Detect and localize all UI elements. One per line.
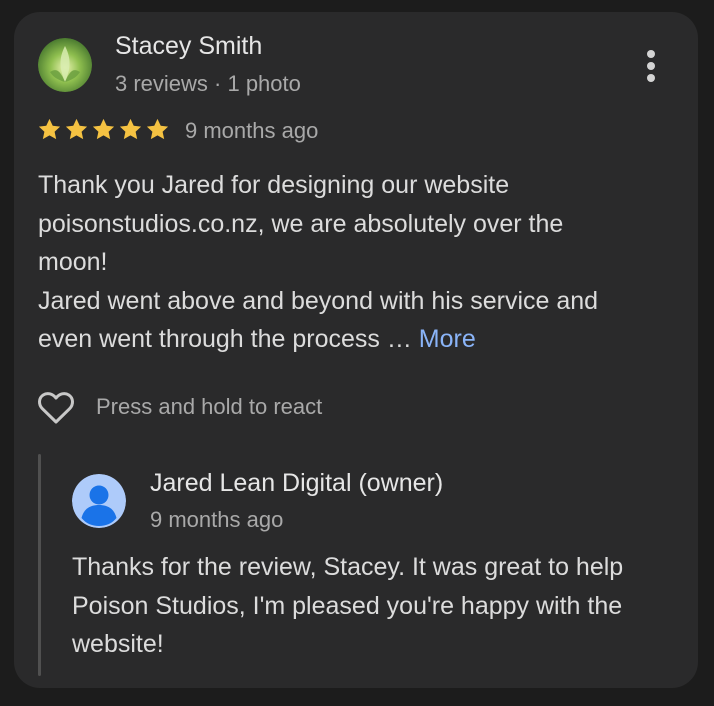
star-icon	[92, 118, 115, 140]
star-icon	[119, 118, 142, 140]
reply-text-line: website!	[72, 630, 164, 658]
heart-outline-icon	[38, 392, 74, 424]
react-button[interactable]	[36, 388, 76, 426]
reviewer-name[interactable]: Stacey Smith	[115, 32, 262, 61]
more-options-button[interactable]	[638, 46, 666, 86]
star-icon	[146, 118, 169, 140]
review-card: Stacey Smith 3 reviews · 1 photo 9 month…	[14, 12, 698, 688]
review-text-line: poisonstudios.co.nz, we are absolutely o…	[38, 209, 564, 238]
review-text: Thank you Jared for designing our websit…	[38, 166, 658, 359]
star-icon	[65, 118, 88, 140]
review-text-line: Thank you Jared for designing our websit…	[38, 171, 510, 199]
reviewer-avatar[interactable]	[38, 38, 92, 92]
star-rating	[37, 117, 170, 143]
reply-time: 9 months ago	[150, 507, 284, 532]
star-icon	[38, 118, 61, 140]
reviewer-meta: 3 reviews · 1 photo	[115, 71, 301, 96]
more-vert-icon-dot	[647, 74, 655, 82]
person-icon	[72, 474, 126, 528]
reply-text-line: Poison Studios, I'm pleased you're happy…	[72, 591, 623, 620]
more-vert-icon-dot	[647, 62, 655, 70]
more-vert-icon	[647, 50, 655, 58]
more-link[interactable]: More	[419, 325, 476, 353]
review-text-line: Jared went above and beyond with his ser…	[38, 286, 599, 315]
review-text-line: moon!	[38, 248, 108, 276]
owner-name: Jared Lean Digital (owner)	[150, 469, 444, 497]
review-time: 9 months ago	[185, 118, 319, 143]
react-hint: Press and hold to react	[96, 394, 323, 419]
review-text-line-last: even went through the process … More	[38, 320, 658, 359]
owner-avatar[interactable]	[72, 474, 126, 528]
reply-text-line: Thanks for the review, Stacey. It was gr…	[72, 553, 624, 581]
review-text-line: even went through the process …	[38, 325, 419, 353]
reply-text: Thanks for the review, Stacey. It was gr…	[72, 548, 682, 664]
reply-divider	[38, 454, 41, 676]
